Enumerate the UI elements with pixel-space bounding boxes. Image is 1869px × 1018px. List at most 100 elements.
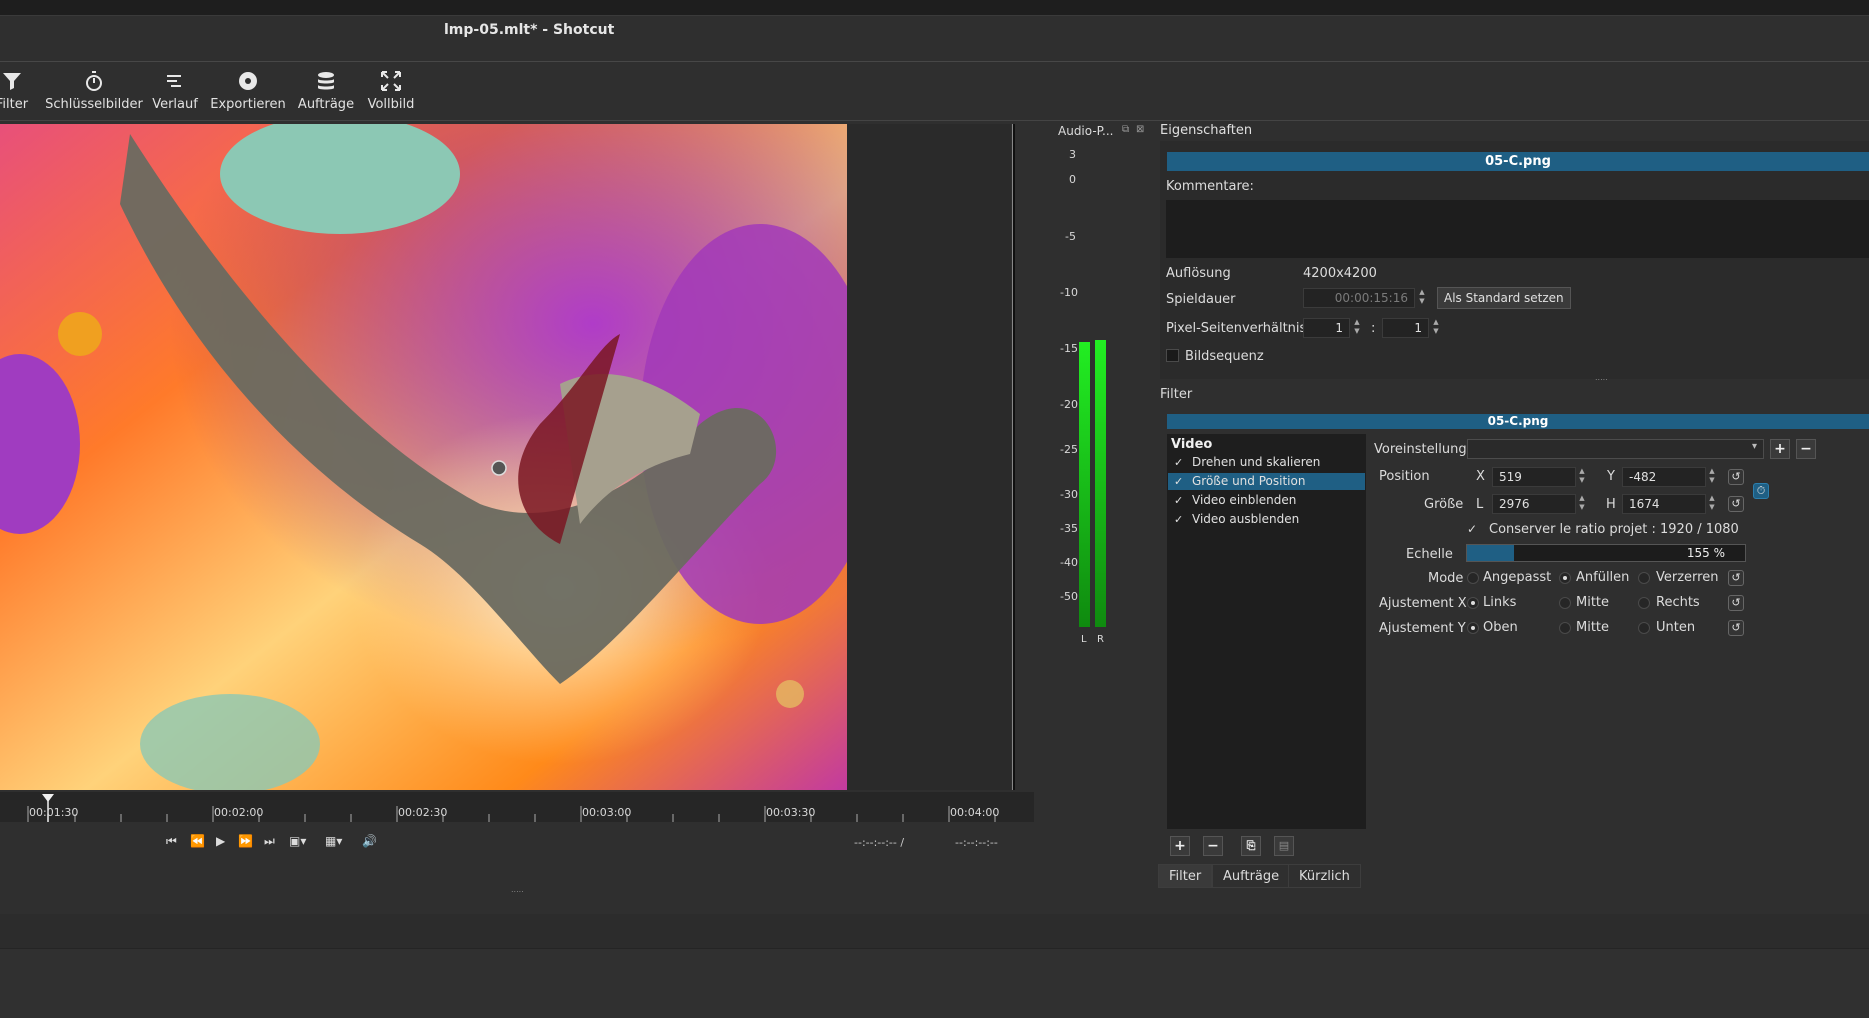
undock-icon[interactable]: ⧉ xyxy=(1122,124,1129,135)
viewer-splitter[interactable] xyxy=(1012,124,1015,790)
volume-icon[interactable]: 🔊 xyxy=(362,834,377,848)
copy-filter-icon[interactable]: ⎘ xyxy=(1241,836,1261,856)
check-icon[interactable]: ✓ xyxy=(1174,511,1183,528)
ruler-tick-label: 00:01:30 xyxy=(29,806,79,819)
audio-scale-label: -5 xyxy=(1065,230,1076,243)
filter-item[interactable]: ✓ Video einblenden xyxy=(1168,492,1365,509)
filter-item[interactable]: ✓ Größe und Position xyxy=(1168,473,1365,490)
filter-item-label: Video ausblenden xyxy=(1192,512,1300,526)
y-spin-arrows-icon[interactable]: ▲ ▼ xyxy=(1707,467,1717,487)
h-spin-arrows-icon[interactable]: ▲ ▼ xyxy=(1707,494,1717,514)
mode-option-label: Angepasst xyxy=(1483,570,1552,585)
video-viewer[interactable] xyxy=(0,124,847,790)
stopwatch-icon xyxy=(86,71,102,91)
splitter-handle-icon[interactable]: ..... xyxy=(1595,373,1608,382)
zoom-icon[interactable]: ▣▾ xyxy=(289,834,306,848)
remove-filter-button[interactable]: − xyxy=(1203,836,1223,856)
play-icon[interactable]: ▶ xyxy=(216,834,225,848)
mode-label: Mode xyxy=(1428,571,1464,586)
splitter-handle-icon[interactable]: ..... xyxy=(511,885,524,894)
keyframe-stopwatch-icon[interactable]: ⏱ xyxy=(1753,483,1769,499)
image-sequence-checkbox[interactable] xyxy=(1166,349,1179,362)
ajy-option-label: Oben xyxy=(1483,620,1518,635)
reset-size-icon[interactable]: ↺ xyxy=(1728,496,1744,512)
ajx-radio-rechts[interactable] xyxy=(1638,597,1650,609)
aspect-num-arrows-icon[interactable]: ▲ ▼ xyxy=(1352,318,1362,338)
current-timecode[interactable]: --:--:--:-- / xyxy=(854,836,904,849)
skip-to-start-icon[interactable]: ⏮ xyxy=(166,834,177,849)
aspect-denominator-field[interactable]: 1 xyxy=(1382,318,1429,338)
preset-dropdown[interactable]: ▾ xyxy=(1467,439,1764,459)
check-icon[interactable]: ✓ xyxy=(1174,473,1183,490)
reset-position-icon[interactable]: ↺ xyxy=(1728,469,1744,485)
comments-label: Kommentare: xyxy=(1166,179,1254,194)
duration-spin-arrows-icon[interactable]: ▲ ▼ xyxy=(1417,288,1427,308)
skip-to-end-icon[interactable]: ⏭ xyxy=(264,834,275,849)
ajx-radio-mitte[interactable] xyxy=(1559,597,1571,609)
jobs-stack-icon xyxy=(318,72,334,90)
audio-scale-label: -10 xyxy=(1060,286,1078,299)
reset-ajy-icon[interactable]: ↺ xyxy=(1728,620,1744,636)
ajy-radio-unten[interactable] xyxy=(1638,622,1650,634)
position-x-field[interactable]: 519 xyxy=(1492,467,1576,487)
position-y-field[interactable]: -482 xyxy=(1622,467,1706,487)
toolbar-filter-button[interactable]: Filter xyxy=(0,69,32,119)
x-spin-arrows-icon[interactable]: ▲ ▼ xyxy=(1577,467,1587,487)
close-icon[interactable]: ⊠ xyxy=(1136,124,1144,135)
check-icon[interactable]: ✓ xyxy=(1174,454,1183,471)
toolbar-label: Vollbild xyxy=(367,97,415,112)
grid-icon[interactable]: ▦▾ xyxy=(325,834,342,848)
toolbar-history-button[interactable]: Verlauf xyxy=(150,69,200,119)
height-label: H xyxy=(1606,497,1616,512)
ajy-radio-mitte[interactable] xyxy=(1559,622,1571,634)
audio-scale-label: -40 xyxy=(1060,556,1078,569)
duration-field[interactable]: 00:00:15:16 xyxy=(1303,288,1415,308)
timeline-ruler[interactable]: 00:01:30 00:02:00 00:02:30 00:03:00 00:0… xyxy=(0,792,1034,822)
toolbar-label: Schlüsselbilder xyxy=(45,97,143,112)
tab-kuerzlich[interactable]: Kürzlich xyxy=(1288,864,1361,888)
toolbar-export-button[interactable]: Exportieren xyxy=(210,69,286,119)
check-icon[interactable]: ✓ xyxy=(1174,492,1183,509)
reset-mode-icon[interactable]: ↺ xyxy=(1728,570,1744,586)
size-height-field[interactable]: 1674 xyxy=(1622,494,1706,514)
mode-radio-anfuellen[interactable] xyxy=(1559,572,1571,584)
filter-item-label: Drehen und skalieren xyxy=(1192,455,1321,469)
toolbar-label: Exportieren xyxy=(210,97,286,112)
ajy-radio-oben[interactable] xyxy=(1467,622,1479,634)
echelle-value: 155 % xyxy=(1686,546,1725,560)
comments-textarea[interactable] xyxy=(1166,200,1869,258)
filter-item[interactable]: ✓ Video ausblenden xyxy=(1168,511,1365,528)
delete-preset-button[interactable]: − xyxy=(1796,439,1816,459)
size-width-field[interactable]: 2976 xyxy=(1492,494,1576,514)
resolution-label: Auflösung xyxy=(1166,266,1231,281)
add-filter-button[interactable]: + xyxy=(1170,836,1190,856)
toolbar-fullscreen-button[interactable]: Vollbild xyxy=(364,69,418,119)
aspect-numerator-field[interactable]: 1 xyxy=(1303,318,1350,338)
mode-radio-angepasst[interactable] xyxy=(1467,572,1479,584)
toolbar-label: Filter xyxy=(0,97,29,112)
reset-ajx-icon[interactable]: ↺ xyxy=(1728,595,1744,611)
aspect-separator: : xyxy=(1371,321,1376,336)
echelle-slider[interactable]: 155 % xyxy=(1466,544,1746,562)
properties-clip-name: 05-C.png xyxy=(1167,152,1869,171)
size-label: Größe xyxy=(1424,497,1464,512)
aspect-den-arrows-icon[interactable]: ▲ ▼ xyxy=(1431,318,1441,338)
ruler-tick-label: 00:02:30 xyxy=(398,806,448,819)
save-preset-button[interactable]: + xyxy=(1770,439,1790,459)
ratio-check-icon[interactable]: ✓ xyxy=(1467,522,1477,536)
width-label: L xyxy=(1476,497,1484,512)
ajy-option-label: Unten xyxy=(1656,620,1696,635)
tab-filter[interactable]: Filter xyxy=(1158,864,1213,888)
toolbar-keyframes-button[interactable]: Schlüsselbilder xyxy=(44,69,144,119)
paste-filter-icon[interactable]: ▤ xyxy=(1274,836,1294,856)
mode-radio-verzerren[interactable] xyxy=(1638,572,1650,584)
echelle-fill xyxy=(1467,545,1515,561)
rewind-icon[interactable]: ⏪ xyxy=(190,834,205,848)
tab-auftraege[interactable]: Aufträge xyxy=(1212,864,1291,888)
set-default-button[interactable]: Als Standard setzen xyxy=(1437,287,1571,309)
fast-forward-icon[interactable]: ⏩ xyxy=(238,834,253,848)
ajx-radio-links[interactable] xyxy=(1467,597,1479,609)
filter-item[interactable]: ✓ Drehen und skalieren xyxy=(1168,454,1365,471)
toolbar-jobs-button[interactable]: Aufträge xyxy=(296,69,356,119)
w-spin-arrows-icon[interactable]: ▲ ▼ xyxy=(1577,494,1587,514)
